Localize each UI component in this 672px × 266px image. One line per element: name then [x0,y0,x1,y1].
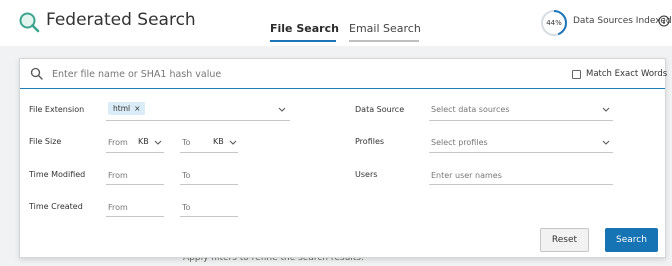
time-modified-from-field[interactable] [106,184,164,185]
match-exact-label: Match Exact Words [586,69,668,79]
file-extension-label: File Extension [29,105,85,114]
time-modified-to[interactable]: To [182,171,190,180]
time-created-to[interactable]: To [182,203,190,212]
time-created-label: Time Created [29,202,83,211]
users-input[interactable]: Enter user names [431,171,502,180]
time-modified-to-field[interactable] [180,184,238,185]
search-button[interactable]: Search [605,228,658,252]
reset-button[interactable]: Reset [540,228,589,252]
file-size-to-unit[interactable]: KB [213,137,224,146]
file-size-from[interactable]: From [108,138,128,147]
file-size-to[interactable]: To [182,138,190,147]
chip-remove-icon[interactable]: × [134,104,140,113]
search-icon [19,12,40,33]
data-source-field[interactable] [429,120,613,121]
users-field[interactable] [429,184,613,185]
info-icon[interactable] [658,15,670,27]
data-source-label: Data Source [355,105,405,114]
profiles-field[interactable] [429,152,613,153]
profiles-select[interactable]: Select profiles [431,138,488,147]
chevron-down-icon[interactable] [602,107,610,112]
chevron-down-icon[interactable] [154,140,162,145]
search-input[interactable] [52,65,552,83]
indexed-label: Data Sources Indexed [573,16,672,26]
tab-email-search[interactable]: Email Search [349,22,421,42]
file-extension-chip: html × [108,102,146,115]
file-size-from-unit[interactable]: KB [138,137,149,146]
time-created-from[interactable]: From [108,203,128,212]
search-icon [30,67,43,80]
users-label: Users [355,170,378,179]
file-size-label: File Size [29,137,62,146]
indexed-percent: 44% [546,19,562,27]
chevron-down-icon[interactable] [229,140,237,145]
file-extension-field[interactable] [106,120,290,121]
tab-file-search[interactable]: File Search [270,22,339,42]
chevron-down-icon[interactable] [602,140,610,145]
search-bar: Match Exact Words [20,59,668,89]
time-modified-from[interactable]: From [108,171,128,180]
file-size-from-field[interactable] [106,152,164,153]
match-exact-checkbox[interactable] [572,70,581,79]
app-header: Federated Search File Search Email Searc… [0,0,672,46]
time-modified-label: Time Modified [29,170,86,179]
chip-label: html [113,104,131,113]
chevron-down-icon[interactable] [278,107,286,112]
file-size-to-field[interactable] [180,152,238,153]
profiles-label: Profiles [355,137,385,146]
data-source-select[interactable]: Select data sources [431,105,510,114]
search-panel: Match Exact Words File Extension html× F… [19,58,668,258]
app-title: Federated Search [46,10,196,30]
time-created-from-field[interactable] [106,216,164,217]
time-created-to-field[interactable] [180,216,238,217]
